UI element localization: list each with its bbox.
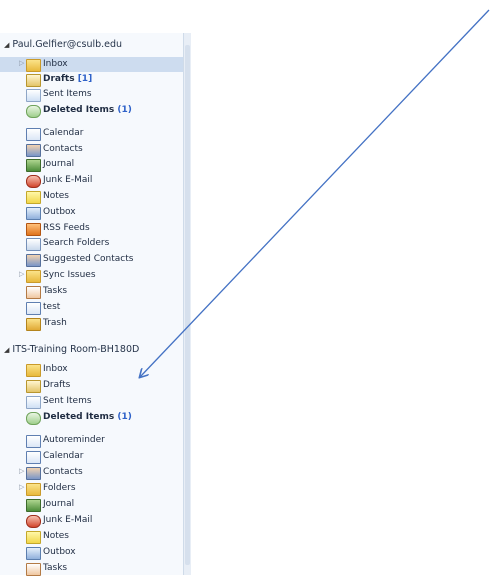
annotation-arrow <box>0 9 490 579</box>
